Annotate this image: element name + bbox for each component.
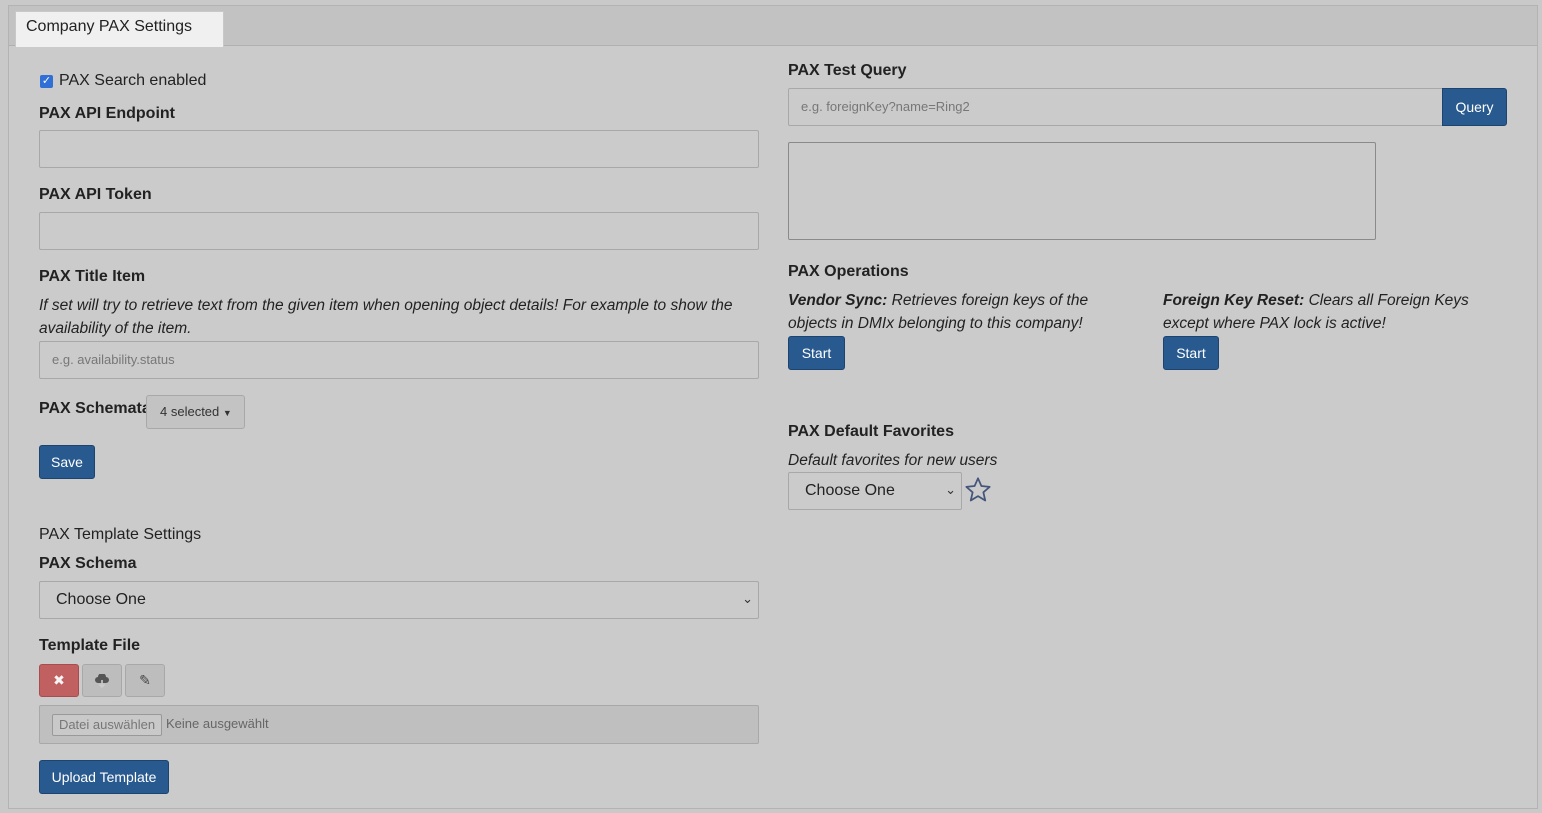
query-button[interactable]: Query: [1442, 88, 1507, 126]
search-enabled-label: PAX Search enabled: [59, 72, 207, 89]
api-endpoint-input[interactable]: [39, 130, 759, 168]
star-icon[interactable]: [964, 476, 992, 504]
edit-template-button[interactable]: ✎: [125, 664, 165, 697]
file-status-text: Keine ausgewählt: [166, 716, 269, 731]
pencil-icon: ✎: [139, 672, 151, 688]
upload-template-button[interactable]: Upload Template: [39, 760, 169, 794]
api-token-label: PAX API Token: [39, 186, 152, 203]
title-item-help: If set will try to retrieve text from th…: [39, 297, 733, 337]
chevron-down-icon: ⌄: [742, 591, 753, 606]
schemata-dropdown[interactable]: 4 selected ▼: [146, 395, 245, 429]
vendor-sync-description: Vendor Sync: Retrieves foreign keys of t…: [788, 289, 1123, 335]
vendor-sync-start-button[interactable]: Start: [788, 336, 845, 370]
schemata-dropdown-label: 4 selected: [160, 404, 220, 419]
test-query-label: PAX Test Query: [788, 62, 907, 79]
fk-reset-description: Foreign Key Reset: Clears all Foreign Ke…: [1163, 289, 1513, 335]
save-button[interactable]: Save: [39, 445, 95, 479]
settings-panel: Company PAX Settings ✓ PAX Search enable…: [8, 5, 1538, 809]
vendor-sync-title: Vendor Sync:: [788, 292, 888, 309]
template-section-title: PAX Template Settings: [39, 526, 202, 543]
favorites-label: PAX Default Favorites: [788, 423, 954, 440]
title-item-label: PAX Title Item: [39, 268, 146, 285]
api-endpoint-label: PAX API Endpoint: [39, 105, 175, 122]
remove-template-button[interactable]: ✖: [39, 664, 79, 697]
schema-select-value: Choose One: [56, 591, 146, 608]
favorites-help: Default favorites for new users: [788, 452, 998, 469]
fk-reset-start-button[interactable]: Start: [1163, 336, 1219, 370]
api-token-input[interactable]: [39, 212, 759, 250]
tab-bar: Company PAX Settings: [9, 6, 1537, 47]
favorites-select[interactable]: Choose One ⌄: [788, 472, 962, 510]
operations-label: PAX Operations: [788, 263, 909, 280]
query-result-textarea[interactable]: [788, 142, 1376, 240]
chevron-down-icon: ⌄: [945, 482, 956, 497]
close-icon: ✖: [53, 672, 65, 688]
cloud-download-icon: [95, 673, 109, 689]
template-file-input[interactable]: Datei auswählen Keine ausgewählt: [39, 705, 759, 744]
tab-company-pax-settings[interactable]: Company PAX Settings: [15, 11, 224, 47]
search-enabled-checkbox[interactable]: ✓: [40, 75, 53, 88]
schema-select[interactable]: Choose One ⌄: [39, 581, 759, 619]
title-item-input[interactable]: e.g. availability.status: [39, 341, 759, 379]
schema-label: PAX Schema: [39, 555, 137, 572]
choose-file-button[interactable]: Datei auswählen: [52, 714, 162, 736]
template-file-label: Template File: [39, 637, 141, 654]
favorites-select-value: Choose One: [805, 482, 895, 499]
fk-reset-title: Foreign Key Reset:: [1163, 292, 1305, 309]
caret-down-icon: ▼: [222, 408, 232, 418]
schemata-label: PAX Schemata: [39, 400, 151, 417]
download-template-button[interactable]: [82, 664, 122, 697]
test-query-input[interactable]: e.g. foreignKey?name=Ring2: [788, 88, 1444, 126]
